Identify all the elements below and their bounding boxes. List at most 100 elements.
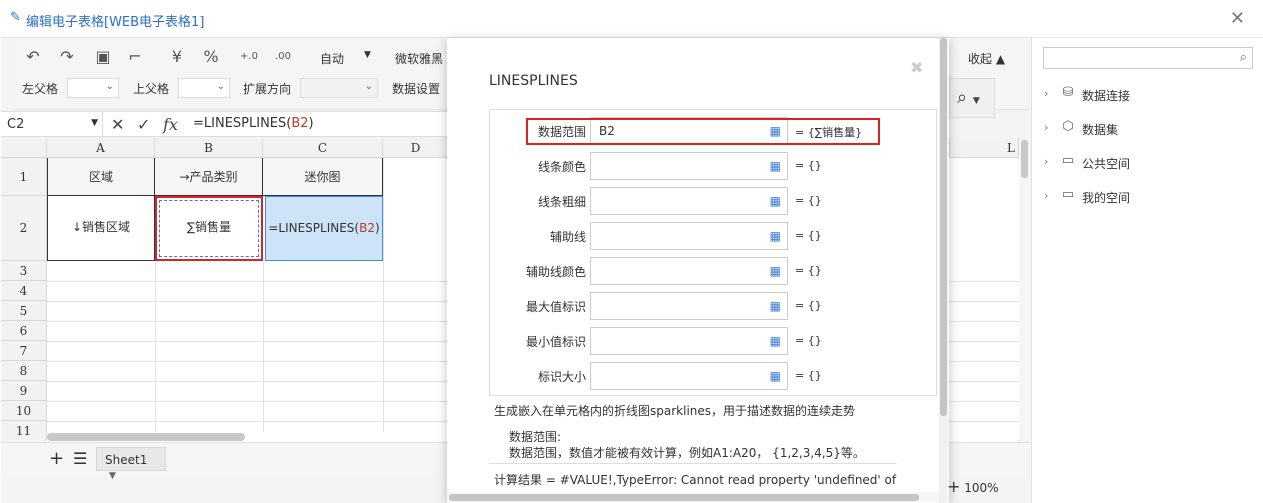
row-header[interactable]: 3	[1, 261, 47, 281]
zoom-in-icon[interactable]: +	[947, 477, 960, 496]
range-select-icon[interactable]: ▦	[770, 194, 781, 208]
cube-icon: ⬡	[1062, 119, 1074, 134]
formula-ref: B2	[291, 116, 309, 131]
chevron-right-icon: ›	[1044, 87, 1049, 100]
range-select-icon[interactable]: ▦	[770, 229, 781, 243]
cell-b1[interactable]: →产品类别	[155, 158, 263, 196]
param-input[interactable]: ▦	[590, 327, 788, 355]
add-sheet-button[interactable]: +	[49, 448, 64, 469]
cell-b2[interactable]: ∑销售量	[155, 196, 263, 261]
grid-line	[263, 261, 264, 440]
confirm-icon[interactable]: ✓	[137, 115, 150, 134]
formula-suffix: )	[308, 116, 314, 131]
row-header[interactable]: 9	[1, 381, 47, 401]
font-select[interactable]: 微软雅黑	[395, 50, 443, 67]
cancel-icon[interactable]: ✕	[111, 115, 124, 134]
row-header[interactable]: 11	[1, 421, 47, 440]
row-header[interactable]: 10	[1, 401, 47, 421]
row-header[interactable]: 4	[1, 281, 47, 301]
dialog-horizontal-scrollbar[interactable]	[447, 492, 939, 502]
top-parent-select[interactable]: ⌄	[178, 78, 230, 98]
cell-c1[interactable]: 迷你图	[263, 158, 383, 196]
user-folder-icon: ▭	[1061, 187, 1075, 202]
param-input[interactable]: ▦	[590, 152, 788, 180]
param-input[interactable]: ▦	[590, 257, 788, 285]
number-format-select[interactable]: 自动	[320, 50, 344, 67]
range-select-icon[interactable]: ▦	[770, 264, 781, 278]
column-header[interactable]: C	[263, 138, 383, 158]
left-parent-label: 左父格	[22, 82, 59, 96]
param-row: 最小值标识 ▦ = {}	[490, 326, 938, 356]
corner-cell[interactable]	[1, 138, 47, 158]
database-icon: ⛁	[1062, 85, 1074, 100]
row-header[interactable]: 5	[1, 301, 47, 321]
column-header[interactable]: A	[47, 138, 155, 158]
param-label: 最大值标识	[525, 300, 586, 314]
cell-a1[interactable]: 区域	[47, 158, 155, 196]
param-label: 辅助线颜色	[525, 265, 586, 279]
formula-input[interactable]: =LINESPLINES(B2)	[193, 116, 314, 131]
panel-search-input[interactable]: ⌕	[1043, 47, 1253, 69]
decrease-decimal-icon[interactable]: .00	[272, 47, 294, 67]
row-header[interactable]: 8	[1, 361, 47, 381]
range-select-icon[interactable]: ▦	[770, 334, 781, 348]
dialog-vertical-scrollbar[interactable]	[939, 38, 948, 503]
close-icon[interactable]: ✕	[1230, 8, 1245, 29]
sheet-tab[interactable]: Sheet1 ▼	[96, 447, 166, 481]
dialog-title: LINESPLINES	[489, 73, 578, 89]
data-settings-label[interactable]: 数据设置	[392, 80, 440, 97]
row-header[interactable]: 1	[1, 158, 47, 196]
collapse-label: 收起	[968, 52, 993, 66]
search-button[interactable]: ⌕ ▼	[949, 78, 995, 118]
cell-c2[interactable]: =LINESPLINES(B2)	[265, 196, 383, 261]
grid-vertical-scrollbar[interactable]	[1019, 138, 1030, 440]
scrollbar-thumb[interactable]	[47, 433, 245, 441]
percent-button[interactable]: %	[202, 47, 220, 67]
redo-icon[interactable]: ↷	[58, 47, 76, 67]
row-header[interactable]: 7	[1, 341, 47, 361]
column-header[interactable]: D	[383, 138, 449, 158]
format-painter-icon[interactable]: ⌐	[126, 47, 144, 67]
expand-direction-select[interactable]: ⌄	[300, 78, 378, 98]
tree-item-label: 我的空间	[1082, 191, 1131, 205]
column-header[interactable]: B	[155, 138, 263, 158]
param-row: 线条粗细 ▦ = {}	[490, 186, 938, 216]
close-icon[interactable]: ✖	[910, 58, 923, 77]
param-label: 线条粗细	[537, 195, 586, 209]
function-description: 生成嵌入在单元格内的折线图sparklines，用于描述数据的连续走势	[494, 404, 856, 418]
row-header[interactable]: 6	[1, 321, 47, 341]
param-input[interactable]: ▦	[590, 187, 788, 215]
save-icon[interactable]: ▣	[94, 47, 112, 67]
cell-a2[interactable]: ↓销售区域	[47, 196, 155, 261]
param-input[interactable]: ▦	[590, 222, 788, 250]
chevron-down-icon: ▼	[109, 471, 116, 481]
scrollbar-thumb[interactable]	[940, 38, 947, 416]
undo-icon[interactable]: ↶	[24, 47, 42, 67]
range-select-icon[interactable]: ▦	[770, 299, 781, 313]
function-icon[interactable]: fx	[163, 115, 178, 134]
range-select-icon[interactable]: ▦	[770, 159, 781, 173]
scrollbar-thumb[interactable]	[1021, 140, 1028, 178]
edit-icon: ✎	[10, 10, 21, 25]
chevron-down-icon[interactable]: ▼	[364, 50, 371, 60]
zoom-control[interactable]: + 100%	[947, 477, 999, 496]
param-label: 线条颜色	[537, 160, 586, 174]
zoom-level: 100%	[964, 481, 999, 495]
param-result: = {}	[795, 229, 822, 242]
cell-reference-box[interactable]: C2 ▼	[1, 112, 103, 137]
param-input[interactable]: ▦	[590, 362, 788, 390]
tree-item-label: 公共空间	[1082, 157, 1131, 171]
scrollbar-thumb[interactable]	[449, 494, 919, 501]
param-result: = {}	[795, 159, 822, 172]
chevron-down-icon: ⌄	[105, 81, 114, 92]
left-parent-select[interactable]: ⌄	[67, 78, 119, 98]
sheet-list-button[interactable]: ☰	[73, 449, 87, 468]
param-row: 辅助线 ▦ = {}	[490, 221, 938, 251]
param-result: = {}	[795, 194, 822, 207]
param-input[interactable]: ▦	[590, 292, 788, 320]
range-select-icon[interactable]: ▦	[770, 369, 781, 383]
currency-button[interactable]: ¥	[168, 47, 186, 67]
row-header[interactable]: 2	[1, 196, 47, 261]
collapse-button[interactable]: 收起 ▲	[968, 50, 1005, 67]
increase-decimal-icon[interactable]: +.0	[238, 47, 260, 67]
